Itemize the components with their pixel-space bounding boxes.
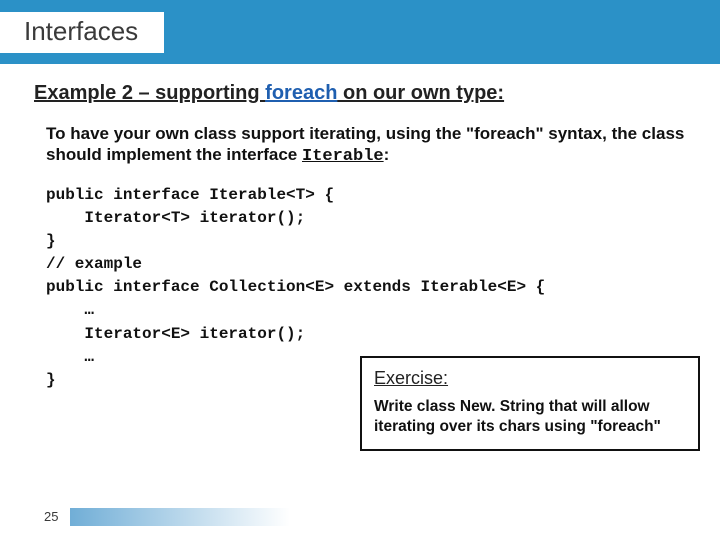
content-area: Example 2 – supporting foreach on our ow… bbox=[0, 64, 720, 392]
code-line-9: } bbox=[46, 371, 56, 389]
footer-gradient bbox=[70, 508, 290, 526]
code-line-6: … bbox=[46, 301, 94, 319]
title-cutout: Interfaces bbox=[0, 12, 164, 53]
subheading-suffix: on our own type: bbox=[337, 82, 504, 104]
header-band: Interfaces bbox=[0, 0, 720, 64]
iterable-word: Iterable bbox=[302, 147, 384, 166]
subheading-prefix: Example 2 – supporting bbox=[34, 82, 265, 104]
code-line-2: Iterator<T> iterator(); bbox=[46, 209, 305, 227]
exercise-body: Write class New. String that will allow … bbox=[374, 397, 686, 437]
code-line-8: … bbox=[46, 348, 94, 366]
code-line-7: Iterator<E> iterator(); bbox=[46, 325, 305, 343]
exercise-box: Exercise: Write class New. String that w… bbox=[360, 356, 700, 451]
slide-title: Interfaces bbox=[24, 16, 138, 47]
example-subheading: Example 2 – supporting foreach on our ow… bbox=[34, 82, 686, 105]
explanation-text: To have your own class support iterating… bbox=[46, 123, 686, 168]
subheading-foreach-keyword: foreach bbox=[265, 82, 337, 104]
code-line-5: public interface Collection<E> extends I… bbox=[46, 278, 545, 296]
code-line-3: } bbox=[46, 232, 56, 250]
exercise-title: Exercise: bbox=[374, 368, 686, 389]
code-line-1: public interface Iterable<T> { bbox=[46, 186, 334, 204]
body-colon: : bbox=[384, 145, 390, 164]
page-number: 25 bbox=[44, 509, 58, 524]
code-line-4: // example bbox=[46, 255, 142, 273]
